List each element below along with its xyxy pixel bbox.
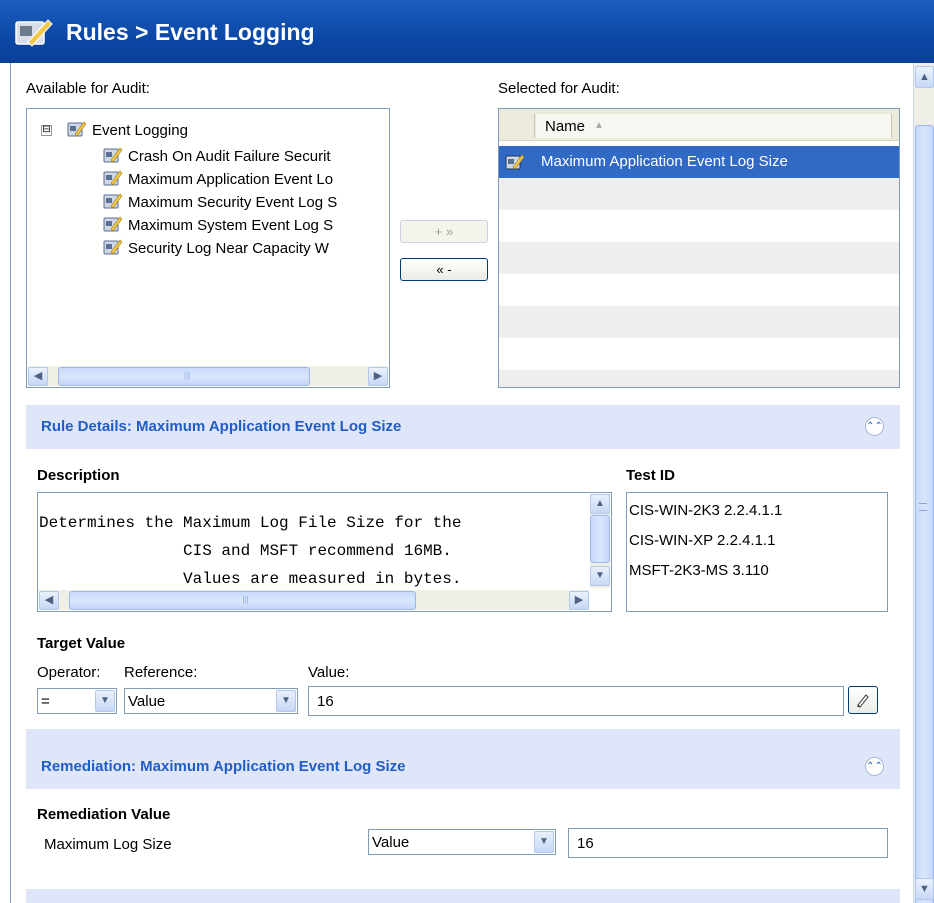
- grid-header-icon-column: [499, 114, 535, 138]
- remediation-value-input[interactable]: 16: [568, 828, 888, 858]
- description-label: Description: [37, 467, 120, 484]
- scroll-down-arrow-icon[interactable]: ▼: [915, 878, 934, 900]
- tree-collapse-icon[interactable]: ⊟: [41, 125, 52, 136]
- tree-horizontal-scrollbar[interactable]: ◀ ||| ▶: [28, 366, 388, 386]
- reference-select[interactable]: Value ▼: [124, 688, 298, 714]
- grid-row-empty: [499, 242, 899, 274]
- target-value-input[interactable]: 16: [308, 686, 844, 716]
- pencil-icon: [857, 694, 869, 708]
- edit-value-button[interactable]: [848, 686, 878, 714]
- description-text: Determines the Maximum Log File Size for…: [39, 514, 462, 588]
- test-id-list[interactable]: CIS-WIN-2K3 2.2.4.1.1 CIS-WIN-XP 2.2.4.1…: [626, 492, 888, 612]
- scroll-right-arrow-icon[interactable]: ▶: [569, 591, 589, 610]
- collapse-chevron-icon[interactable]: ⌃⌃: [865, 417, 884, 436]
- grid-row-empty: [499, 370, 899, 387]
- description-textarea[interactable]: Determines the Maximum Log File Size for…: [37, 492, 612, 612]
- target-value-label: Target Value: [37, 635, 126, 652]
- maximum-log-size-label: Maximum Log Size: [44, 836, 172, 853]
- collapse-chevron-icon[interactable]: ⌃⌃: [865, 757, 884, 776]
- add-to-audit-button[interactable]: + »: [400, 220, 488, 243]
- rule-icon: [103, 193, 123, 209]
- rule-icon: [505, 154, 525, 170]
- scroll-grip-icon: [919, 503, 927, 511]
- rule-icon: [103, 147, 123, 163]
- scroll-thumb[interactable]: [915, 125, 934, 903]
- reference-label: Reference:: [124, 664, 198, 681]
- rule-details-title: Rule Details: Maximum Application Event …: [41, 418, 402, 435]
- available-tree[interactable]: ⊟ Event Logging Crash On Audit Failure S…: [26, 108, 390, 388]
- scroll-left-arrow-icon[interactable]: ◀: [28, 367, 48, 386]
- rule-icon: [103, 170, 123, 186]
- window-titlebar: Rules > Event Logging: [0, 0, 934, 63]
- available-for-audit-label: Available for Audit:: [26, 80, 150, 97]
- rule-details-header[interactable]: Rule Details: Maximum Application Event …: [26, 405, 900, 449]
- grid-header-name[interactable]: Name ▲: [536, 114, 892, 138]
- scroll-up-arrow-icon[interactable]: ▲: [590, 494, 610, 514]
- window-title: Rules > Event Logging: [66, 19, 315, 45]
- main-vertical-scrollbar[interactable]: ▲ ▼: [913, 63, 934, 903]
- remediation-value-label: Remediation Value: [37, 806, 171, 823]
- scroll-up-arrow-icon[interactable]: ▲: [915, 66, 934, 88]
- scroll-thumb[interactable]: [590, 515, 610, 563]
- selected-for-audit-label: Selected for Audit:: [498, 80, 620, 97]
- chevron-down-icon[interactable]: ▼: [534, 831, 554, 853]
- grid-row-selected[interactable]: Maximum Application Event Log Size: [499, 146, 899, 178]
- grid-row-empty: [499, 338, 899, 370]
- chevron-down-icon[interactable]: ▼: [276, 690, 296, 712]
- description-vertical-scrollbar[interactable]: ▲ ▼: [590, 494, 610, 588]
- test-id-item: MSFT-2K3-MS 3.110: [629, 562, 769, 579]
- remediation-reference-select[interactable]: Value ▼: [368, 829, 556, 855]
- rule-icon: [103, 239, 123, 255]
- grid-header: Name ▲: [499, 109, 899, 141]
- remediation-title: Remediation: Maximum Application Event L…: [41, 758, 406, 775]
- scroll-down-arrow-icon[interactable]: ▼: [590, 566, 610, 586]
- operator-label: Operator:: [37, 664, 101, 681]
- remediation-header[interactable]: Remediation: Maximum Application Event L…: [26, 745, 900, 789]
- rules-edit-icon: [15, 19, 53, 47]
- section-bottom-border: [26, 889, 900, 903]
- grid-row-empty: [499, 210, 899, 242]
- remove-from-audit-button[interactable]: « -: [400, 258, 488, 281]
- test-id-label: Test ID: [626, 467, 675, 484]
- grid-row-empty: [499, 178, 899, 210]
- chevron-down-icon[interactable]: ▼: [95, 690, 115, 712]
- test-id-item: CIS-WIN-XP 2.2.4.1.1: [629, 532, 776, 549]
- grid-row-empty: [499, 274, 899, 306]
- rule-icon: [103, 216, 123, 232]
- test-id-item: CIS-WIN-2K3 2.2.4.1.1: [629, 502, 783, 519]
- value-label: Value:: [308, 664, 350, 681]
- operator-select[interactable]: = ▼: [37, 688, 117, 714]
- grid-row-empty: [499, 306, 899, 338]
- selected-grid[interactable]: Name ▲ Maximum Application Event Log Siz…: [498, 108, 900, 388]
- sort-ascending-icon: ▲: [594, 120, 604, 131]
- description-horizontal-scrollbar[interactable]: ◀ ||| ▶: [39, 590, 589, 610]
- scroll-thumb[interactable]: |||: [58, 367, 310, 386]
- scroll-right-arrow-icon[interactable]: ▶: [368, 367, 388, 386]
- scroll-thumb[interactable]: |||: [69, 591, 416, 610]
- rule-folder-icon: [67, 121, 87, 137]
- scroll-left-arrow-icon[interactable]: ◀: [39, 591, 59, 610]
- section-divider: [26, 729, 900, 745]
